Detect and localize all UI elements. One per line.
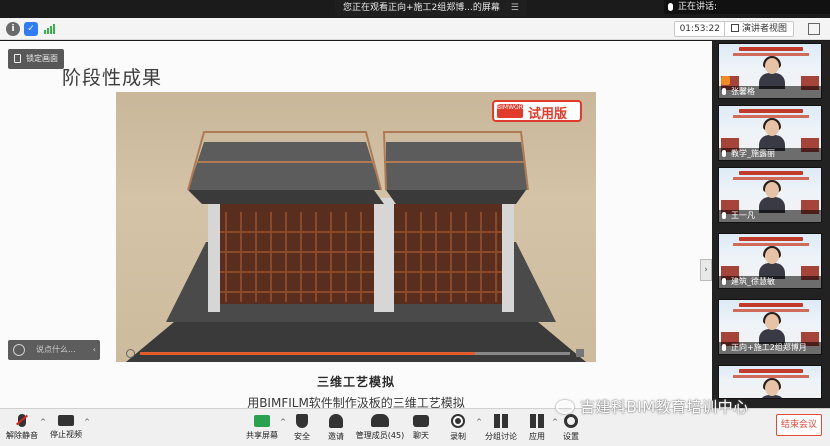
apps-icon [530, 414, 544, 428]
people-icon [371, 414, 389, 427]
video-progress-fill [140, 352, 476, 355]
avatar [759, 56, 785, 89]
avatar [759, 312, 785, 345]
meeting-top-bar: i ✓ 01:53:22 演讲者视图 [0, 18, 830, 40]
video-controls[interactable] [126, 349, 586, 358]
share-screen-icon [254, 415, 270, 427]
meeting-timer: 01:53:22 [673, 21, 726, 37]
participant-tile[interactable]: 张馨格 [718, 43, 822, 99]
wechat-icon [556, 400, 574, 414]
speaker-view-button[interactable]: 演讲者视图 [723, 21, 794, 37]
chevron-up-icon[interactable]: ^ [84, 418, 90, 426]
avatar [759, 246, 785, 279]
talking-label: 正在讲话: [678, 2, 718, 12]
play-icon[interactable] [126, 349, 135, 358]
watermark: 吉建科BIM教育培训中心 [556, 396, 749, 417]
camera-icon [58, 415, 74, 426]
scaffold-model-illustration [126, 131, 586, 362]
participant-name: 张馨格 [731, 87, 755, 96]
video-progress-track[interactable] [140, 352, 570, 355]
participant-panel: 张馨格 教学_施露丽 王一凡 建筑_徐慧敏 正向+施工2组郑博月 [712, 41, 830, 408]
stop-video-button[interactable]: 停止视频 ^ [40, 412, 92, 444]
meeting-window: 您正在观看正向+施工2组郑博...的屏幕 ☰ 正在讲话: i ✓ 01:53:2… [0, 0, 830, 446]
mic-icon [668, 3, 673, 11]
mic-icon [722, 88, 726, 95]
grid-icon [730, 24, 739, 32]
stop-video-label: 停止视频 [50, 430, 82, 439]
settings-label: 设置 [563, 432, 579, 441]
participant-tile[interactable] [718, 365, 822, 399]
slide-caption-title: 三维工艺模拟 [316, 375, 395, 389]
fullscreen-icon[interactable] [808, 23, 820, 35]
host-icon [721, 76, 730, 85]
trial-version-text: 试用版 [528, 107, 568, 122]
speaker-view-label: 演讲者视图 [741, 24, 787, 34]
participant-name: 教学_施露丽 [731, 149, 775, 158]
sharing-banner-text: 您正在观看正向+施工2组郑博...的屏幕 [343, 3, 500, 13]
sharing-banner[interactable]: 您正在观看正向+施工2组郑博...的屏幕 ☰ [335, 0, 527, 16]
shared-screen: 锁定画面 阶段性成果 BIMWORK 试用版 三维工艺模拟 用BIMFILM软件… [0, 41, 712, 408]
emoji-icon[interactable] [13, 344, 25, 356]
participant-tile[interactable]: 正向+施工2组郑博月 [718, 299, 822, 355]
collapse-icon[interactable]: ‹ [93, 340, 96, 360]
info-icon[interactable]: i [6, 22, 20, 36]
shield-icon [296, 414, 308, 428]
chat-icon [413, 415, 429, 427]
mic-icon [722, 212, 726, 219]
breakout-icon [494, 414, 508, 428]
record-icon [451, 414, 465, 428]
participant-tile[interactable]: 王一凡 [718, 167, 822, 223]
add-person-icon [329, 414, 343, 428]
participant-name: 正向+施工2组郑博月 [731, 343, 807, 352]
mic-muted-icon [18, 414, 26, 427]
mic-icon [722, 150, 726, 157]
mic-icon [722, 278, 726, 285]
participant-tile[interactable]: 教学_施露丽 [718, 105, 822, 161]
lock-view-button[interactable]: 锁定画面 [8, 49, 64, 69]
slide-title: 阶段性成果 [62, 67, 163, 89]
pin-icon [14, 54, 21, 63]
talking-indicator: 正在讲话: [664, 0, 830, 14]
panel-toggle-button[interactable]: › [700, 259, 712, 281]
mic-icon [722, 344, 726, 351]
signal-icon[interactable] [42, 22, 56, 36]
lock-view-label: 锁定画面 [26, 54, 58, 63]
participant-name: 建筑_徐慧敏 [731, 277, 775, 286]
participant-name: 王一凡 [731, 211, 755, 220]
chat-placeholder: 说点什么... [36, 345, 76, 354]
avatar [759, 180, 785, 213]
chat-input[interactable]: 说点什么... ‹ [8, 340, 100, 360]
menu-icon[interactable]: ☰ [511, 0, 519, 16]
avatar [759, 118, 785, 151]
shield-icon[interactable]: ✓ [24, 22, 38, 36]
watermark-text: 吉建科BIM教育培训中心 [580, 398, 749, 416]
bim-render-video[interactable]: BIMWORK 试用版 [116, 92, 596, 362]
participant-tile[interactable]: 建筑_徐慧敏 [718, 233, 822, 289]
avatar [759, 378, 785, 398]
volume-icon[interactable] [576, 349, 584, 357]
bimwork-logo: BIMWORK [497, 104, 527, 118]
trial-version-badge: BIMWORK 试用版 [492, 100, 582, 122]
end-meeting-button[interactable]: 结束会议 [776, 414, 822, 436]
